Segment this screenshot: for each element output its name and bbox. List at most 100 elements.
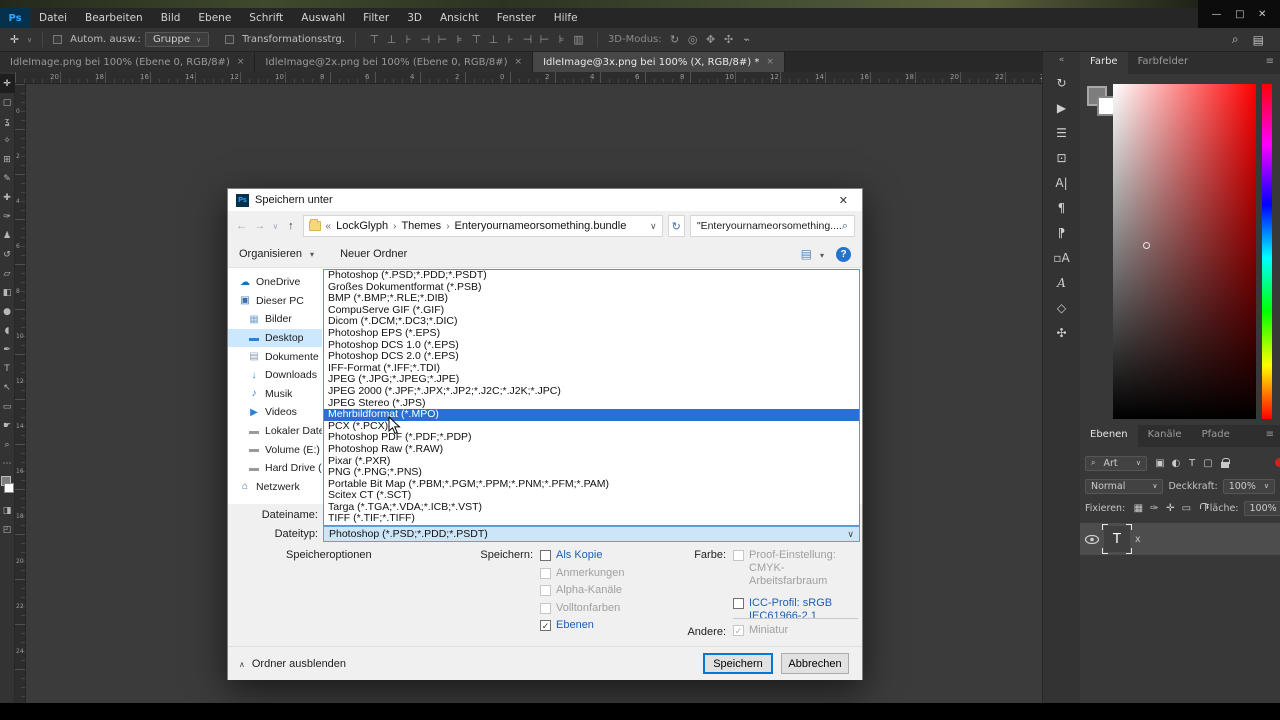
recent-locations-icon[interactable]: ∨: [272, 222, 280, 231]
actions-panel-icon[interactable]: ▶: [1043, 95, 1080, 120]
search-box[interactable]: "Enteryournameorsomething.... ⌕: [690, 215, 855, 237]
menu-hilfe[interactable]: Hilfe: [545, 12, 587, 24]
sidebar-item-desktop[interactable]: ▬Desktop: [228, 329, 322, 348]
menu-bild[interactable]: Bild: [152, 12, 190, 24]
panel-tab-farbfelder[interactable]: Farbfelder: [1128, 52, 1198, 74]
hand-tool[interactable]: ☛: [0, 416, 15, 435]
shape-tool[interactable]: ▭: [0, 397, 15, 416]
document-tab[interactable]: IdleImage@2x.png bei 100% (Ebene 0, RGB/…: [255, 52, 533, 72]
workspace-icon[interactable]: ▤: [1253, 33, 1264, 47]
forward-icon[interactable]: →: [253, 220, 266, 232]
healing-brush-tool[interactable]: ✚: [0, 188, 15, 207]
lasso-tool[interactable]: ʓ: [0, 112, 15, 131]
align-icon-6[interactable]: ⊤: [468, 33, 485, 46]
hue-slider[interactable]: [1262, 84, 1272, 419]
format-option[interactable]: Photoshop EPS (*.EPS): [324, 328, 859, 340]
align-icon-0[interactable]: ⊤: [366, 33, 383, 46]
layer-row[interactable]: T x: [1080, 523, 1280, 555]
sidebar-item-downloads[interactable]: ↓Downloads: [228, 366, 322, 385]
edit-toolbar-button[interactable]: ⋯: [0, 454, 15, 473]
menu-bearbeiten[interactable]: Bearbeiten: [76, 12, 152, 24]
format-option[interactable]: Photoshop Raw (*.RAW): [324, 444, 859, 456]
align-icon-5[interactable]: ⊧: [451, 33, 468, 46]
sidebar-item-videos[interactable]: ▶Videos: [228, 403, 322, 422]
panel-tab-pfade[interactable]: Pfade: [1192, 425, 1240, 447]
layer-visibility-eye-icon[interactable]: [1085, 535, 1099, 544]
align-icon-1[interactable]: ⊥: [383, 33, 400, 46]
checkbox-als-kopie[interactable]: [540, 550, 551, 561]
sidebar-item-hard-drive-h[interactable]: ▬Hard Drive (H: [228, 459, 322, 478]
new-folder-button[interactable]: Neuer Ordner: [340, 248, 407, 260]
3d-mode-icon-2[interactable]: ✥: [702, 33, 720, 46]
maximize-button[interactable]: □: [1235, 9, 1244, 20]
format-option[interactable]: PNG (*.PNG;*.PNS): [324, 467, 859, 479]
breadcrumb[interactable]: « LockGlyph›Themes›Enteryournameorsometh…: [303, 215, 663, 237]
sidebar-item-dokumente[interactable]: ▤Dokumente: [228, 347, 322, 366]
zoom-tool[interactable]: ⌕: [0, 435, 15, 454]
align-icon-4[interactable]: ⊢: [434, 33, 451, 46]
dodge-tool[interactable]: ◖: [0, 321, 15, 340]
3d-mode-icon-1[interactable]: ◎: [684, 33, 702, 46]
lock-icon-3[interactable]: ▭: [1178, 503, 1194, 514]
smart-object-filter-icon[interactable]: [1221, 462, 1229, 468]
panel-tab-farbe[interactable]: Farbe: [1080, 52, 1128, 74]
crop-tool[interactable]: ⊞: [0, 150, 15, 169]
search-value[interactable]: "Enteryournameorsomething....: [697, 220, 842, 232]
panel-tab-ebenen[interactable]: Ebenen: [1080, 425, 1138, 447]
breadcrumb-item[interactable]: Themes: [401, 220, 441, 232]
view-options-button[interactable]: ▤ ▾: [801, 247, 824, 261]
checkbox-icc-profil-srgb-iec61966-2-1[interactable]: [733, 598, 744, 609]
sidebar-item-bilder[interactable]: ▦Bilder: [228, 310, 322, 329]
menu-filter[interactable]: Filter: [354, 12, 398, 24]
sidebar-item-dieser-pc[interactable]: ▣Dieser PC: [228, 292, 322, 311]
tab-close-icon[interactable]: ×: [515, 57, 523, 67]
format-option[interactable]: Mehrbildformat (*.MPO): [324, 409, 859, 421]
hide-folders-button[interactable]: ∧ Ordner ausblenden: [239, 658, 346, 670]
properties-panel-icon[interactable]: ☰: [1043, 120, 1080, 145]
layer-filter-toggle[interactable]: [1275, 458, 1280, 467]
path-selection-tool[interactable]: ↖: [0, 378, 15, 397]
foreground-background-swatches[interactable]: [0, 476, 15, 498]
history-panel-icon[interactable]: ↻: [1043, 70, 1080, 95]
layer-filter-dropdown[interactable]: ⌕ Art ∨: [1085, 456, 1147, 471]
format-option[interactable]: Photoshop DCS 2.0 (*.EPS): [324, 351, 859, 363]
dialog-titlebar[interactable]: Ps Speichern unter ✕: [228, 189, 862, 211]
3d-mode-icon-0[interactable]: ↻: [666, 33, 684, 46]
align-icon-3[interactable]: ⊣: [417, 33, 434, 46]
move-tool[interactable]: ✛: [0, 74, 15, 93]
quick-selection-tool[interactable]: ✧: [0, 131, 15, 150]
align-icon-2[interactable]: ⊦: [400, 33, 417, 46]
menu-ansicht[interactable]: Ansicht: [431, 12, 488, 24]
3d-mode-icon-4[interactable]: ⌁: [738, 33, 756, 46]
close-button[interactable]: ✕: [1258, 9, 1266, 20]
search-icon[interactable]: ⌕: [1232, 32, 1239, 47]
breadcrumb-dropdown-icon[interactable]: ∨: [650, 221, 657, 232]
menu-fenster[interactable]: Fenster: [488, 12, 545, 24]
refresh-icon[interactable]: ↻: [668, 215, 685, 237]
breadcrumb-item[interactable]: Enteryournameorsomething.bundle: [455, 220, 627, 232]
eraser-tool[interactable]: ▱: [0, 264, 15, 283]
align-icon-8[interactable]: ⊦: [502, 33, 519, 46]
menu-ebene[interactable]: Ebene: [189, 12, 240, 24]
align-icon-10[interactable]: ⊢: [536, 33, 553, 46]
fill-field[interactable]: 100% ∨: [1244, 501, 1280, 516]
paragraph-styles-panel-icon[interactable]: ⁋: [1043, 220, 1080, 245]
align-icon-12[interactable]: ▥: [570, 33, 587, 46]
move-tool-badge-icon[interactable]: ✛: [6, 33, 23, 46]
sidebar-item-musik[interactable]: ♪Musik: [228, 385, 322, 404]
menu-datei[interactable]: Datei: [30, 12, 76, 24]
character-panel-icon[interactable]: A|: [1043, 170, 1080, 195]
learn-panel-icon[interactable]: ✣: [1043, 320, 1080, 345]
layer-filter-icon-1[interactable]: ◐: [1168, 458, 1184, 469]
menu-auswahl[interactable]: Auswahl: [292, 12, 354, 24]
layer-filter-icon-0[interactable]: ▣: [1152, 458, 1168, 469]
blur-tool[interactable]: ●: [0, 302, 15, 321]
menu-3d[interactable]: 3D: [398, 12, 431, 24]
quick-mask-button[interactable]: ◨: [0, 501, 15, 520]
breadcrumb-item[interactable]: LockGlyph: [336, 220, 388, 232]
align-icon-11[interactable]: ⊧: [553, 33, 570, 46]
cancel-button[interactable]: Abbrechen: [781, 653, 849, 674]
format-option[interactable]: TIFF (*.TIF;*.TIFF): [324, 513, 859, 525]
gradient-tool[interactable]: ◧: [0, 283, 15, 302]
panel-menu-icon[interactable]: ≡: [1260, 52, 1280, 74]
